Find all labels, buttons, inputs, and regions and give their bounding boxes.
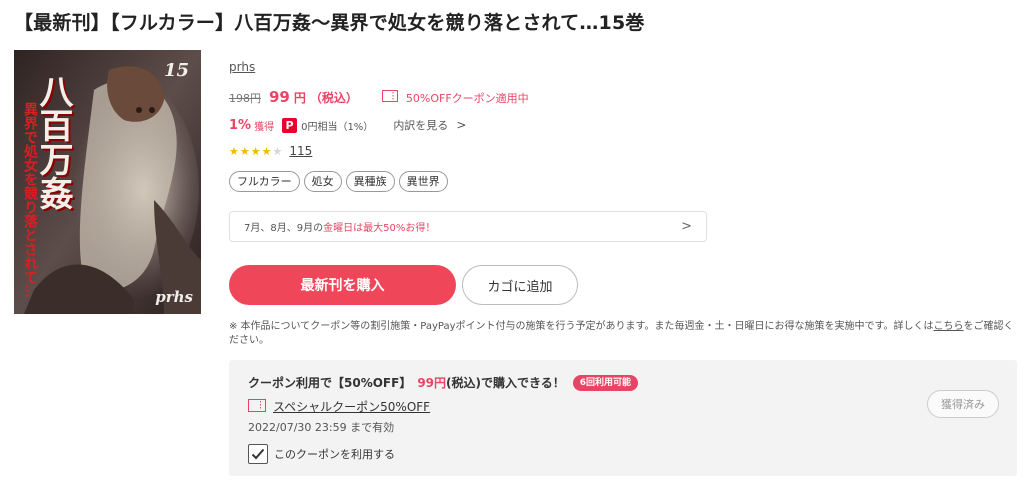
campaign-text-pre: 7月、8月、9月の	[244, 223, 324, 234]
add-to-cart-button[interactable]: カゴに追加	[462, 265, 578, 305]
coupon-expiry: 2022/07/30 23:59 まで有効	[248, 421, 395, 434]
points-breakdown-label: 内訳を見る	[393, 119, 449, 132]
genre-tag[interactable]: 処女	[303, 171, 342, 192]
genre-tag[interactable]: 異世界	[398, 171, 448, 192]
coupon-uses-badge: 6回利用可能	[572, 374, 639, 391]
star-icon: ★	[239, 144, 250, 158]
star-icon: ★	[261, 144, 272, 158]
author-link[interactable]: prhs	[229, 60, 255, 74]
genre-tag[interactable]: 異種族	[345, 171, 395, 192]
coupon-headline-price: 99円	[417, 376, 447, 390]
ticket-icon	[248, 398, 266, 415]
checkmark-icon	[251, 448, 265, 460]
notice-text: ※ 本作品についてクーポン等の割引施策・PayPayポイント付与の施策を行う予定…	[229, 321, 934, 332]
star-icon: ★	[250, 144, 261, 158]
genre-tags: フルカラー 処女 異種族 異世界	[229, 171, 452, 192]
coupon-headline-pre: クーポン利用で【50%OFF】	[248, 376, 412, 390]
genre-tag[interactable]: フルカラー	[229, 171, 300, 192]
review-count-link[interactable]: 115	[289, 144, 312, 158]
campaign-banner[interactable]: 7月、8月、9月の金曜日は最大50%お得！ >	[229, 211, 707, 242]
ticket-icon	[381, 90, 398, 105]
chevron-right-icon: >	[456, 118, 467, 132]
sale-price: 99	[269, 88, 290, 106]
page-title: 【最新刊】【フルカラー】八百万姦〜異界で処女を競り落とされて…15巻	[14, 12, 645, 34]
paypay-points-text: 0円相当（1%）	[301, 121, 374, 133]
tax-label: （税込）	[309, 91, 358, 105]
points-row: 1% 獲得 P 0円相当（1%） 内訳を見る >	[229, 117, 466, 133]
chevron-right-icon: >	[681, 219, 692, 234]
coupon-use-row: このクーポンを利用する	[248, 444, 395, 464]
original-price: 198円	[229, 92, 261, 105]
price-row: 198円 99 円 （税込） 50%OFFクーポン適用中	[229, 88, 529, 106]
paypay-icon: P	[282, 117, 298, 133]
buy-latest-button[interactable]: 最新刊を購入	[229, 265, 456, 305]
coupon-headline: クーポン利用で【50%OFF】 99円 (税込)で購入できる！ 6回利用可能	[248, 374, 639, 391]
cover-volume-number: 15	[163, 60, 189, 81]
points-percent: 1%	[229, 117, 252, 133]
use-coupon-checkbox[interactable]	[248, 444, 268, 464]
coupon-name-row: スペシャルクーポン50%OFF	[248, 398, 430, 415]
cover-publisher: prhs	[155, 288, 193, 306]
campaign-text-highlight: 金曜日は最大50%お得！	[323, 223, 436, 234]
coupon-acquired-button[interactable]: 獲得済み	[927, 390, 999, 418]
book-cover-image[interactable]: 八百万姦 異界で処女を競り落とされて… 15 prhs	[14, 50, 201, 314]
coupon-applied-note: 50%OFFクーポン適用中	[381, 90, 529, 106]
star-rating: ★ ★ ★ ★ ★	[229, 146, 283, 157]
points-earn-label: 獲得	[254, 121, 275, 133]
notice-details-link[interactable]: こちら	[934, 321, 964, 332]
star-icon: ★	[229, 144, 239, 158]
price-unit: 円	[293, 91, 306, 105]
coupon-applied-text: 50%OFFクーポン適用中	[405, 91, 529, 105]
cover-subtitle: 異界で処女を競り落とされて…	[22, 102, 38, 298]
use-coupon-label: このクーポンを利用する	[274, 448, 395, 461]
campaign-text: 7月、8月、9月の金曜日は最大50%お得！	[244, 219, 435, 234]
cover-series-title: 八百万姦	[33, 74, 73, 210]
rating-row: ★ ★ ★ ★ ★ 115	[229, 144, 312, 158]
coupon-panel: クーポン利用で【50%OFF】 99円 (税込)で購入できる！ 6回利用可能 ス…	[229, 360, 1017, 476]
coupon-headline-post: (税込)で購入できる！	[446, 376, 565, 390]
campaign-notice: ※ 本作品についてクーポン等の割引施策・PayPayポイント付与の施策を行う予定…	[229, 320, 1019, 348]
star-icon: ★	[272, 144, 283, 158]
coupon-name-link[interactable]: スペシャルクーポン50%OFF	[273, 398, 430, 415]
points-breakdown-link[interactable]: 内訳を見る >	[393, 117, 466, 133]
